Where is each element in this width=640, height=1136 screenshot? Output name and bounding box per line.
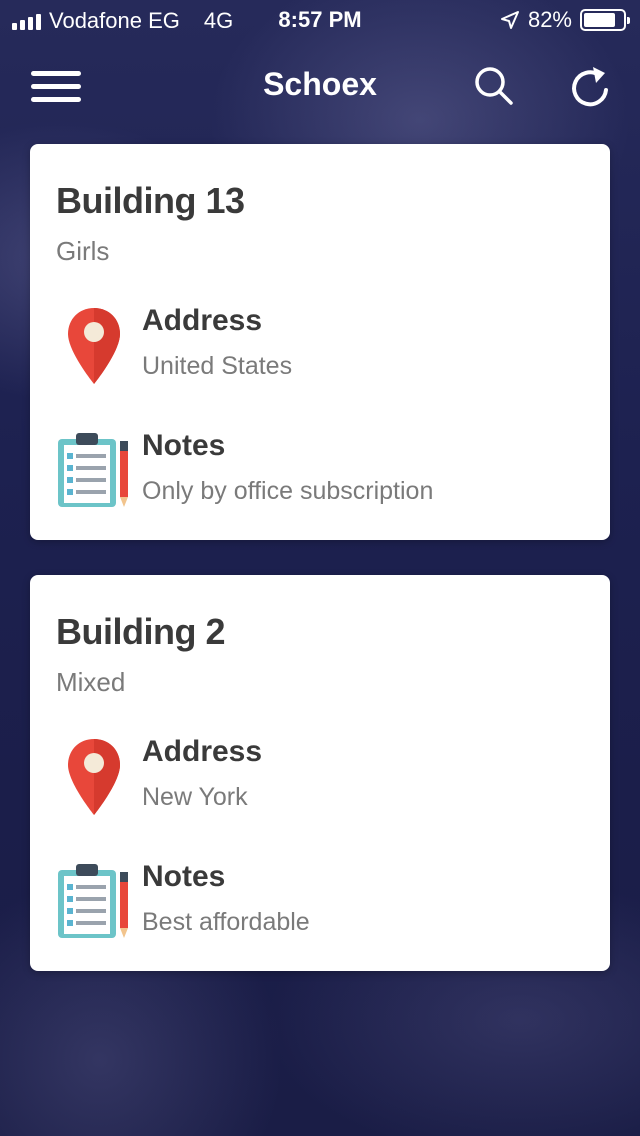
search-icon (475, 67, 513, 105)
address-value: New York (142, 783, 248, 811)
battery-percentage: 82% (527, 7, 572, 32)
refresh-button[interactable] (564, 62, 616, 110)
notes-label: Notes (142, 860, 226, 893)
battery-icon (580, 9, 630, 31)
notes-row: Notes Only by office subscription (54, 429, 594, 519)
location-arrow-icon (500, 11, 519, 29)
map-pin-icon (54, 735, 134, 819)
clipboard-notes-icon (54, 429, 134, 513)
refresh-icon (572, 67, 608, 107)
address-row: Address New York (54, 735, 594, 825)
notes-row: Notes Best affordable (54, 860, 594, 950)
address-label: Address (142, 304, 263, 337)
building-name: Building 2 (56, 611, 226, 652)
search-button[interactable] (468, 62, 520, 110)
address-row: Address United States (54, 304, 594, 394)
nav-bar: Schoex (0, 44, 640, 128)
address-label: Address (142, 735, 263, 768)
battery-fill (584, 13, 616, 27)
building-type: Girls (56, 236, 110, 266)
building-card[interactable]: Building 13 Girls Address United States (30, 144, 610, 540)
notes-label: Notes (142, 429, 226, 462)
address-value: United States (142, 352, 293, 380)
app-title: Schoex (263, 66, 377, 102)
notes-value: Best affordable (142, 908, 310, 936)
building-card[interactable]: Building 2 Mixed Address New York Notes … (30, 575, 610, 971)
map-pin-icon (54, 304, 134, 388)
notes-value: Only by office subscription (142, 477, 434, 505)
clipboard-notes-icon (54, 860, 134, 944)
building-type: Mixed (56, 667, 126, 697)
status-bar: Vodafone EG 4G 8:57 PM 82% (0, 0, 640, 40)
building-name: Building 13 (56, 180, 245, 221)
